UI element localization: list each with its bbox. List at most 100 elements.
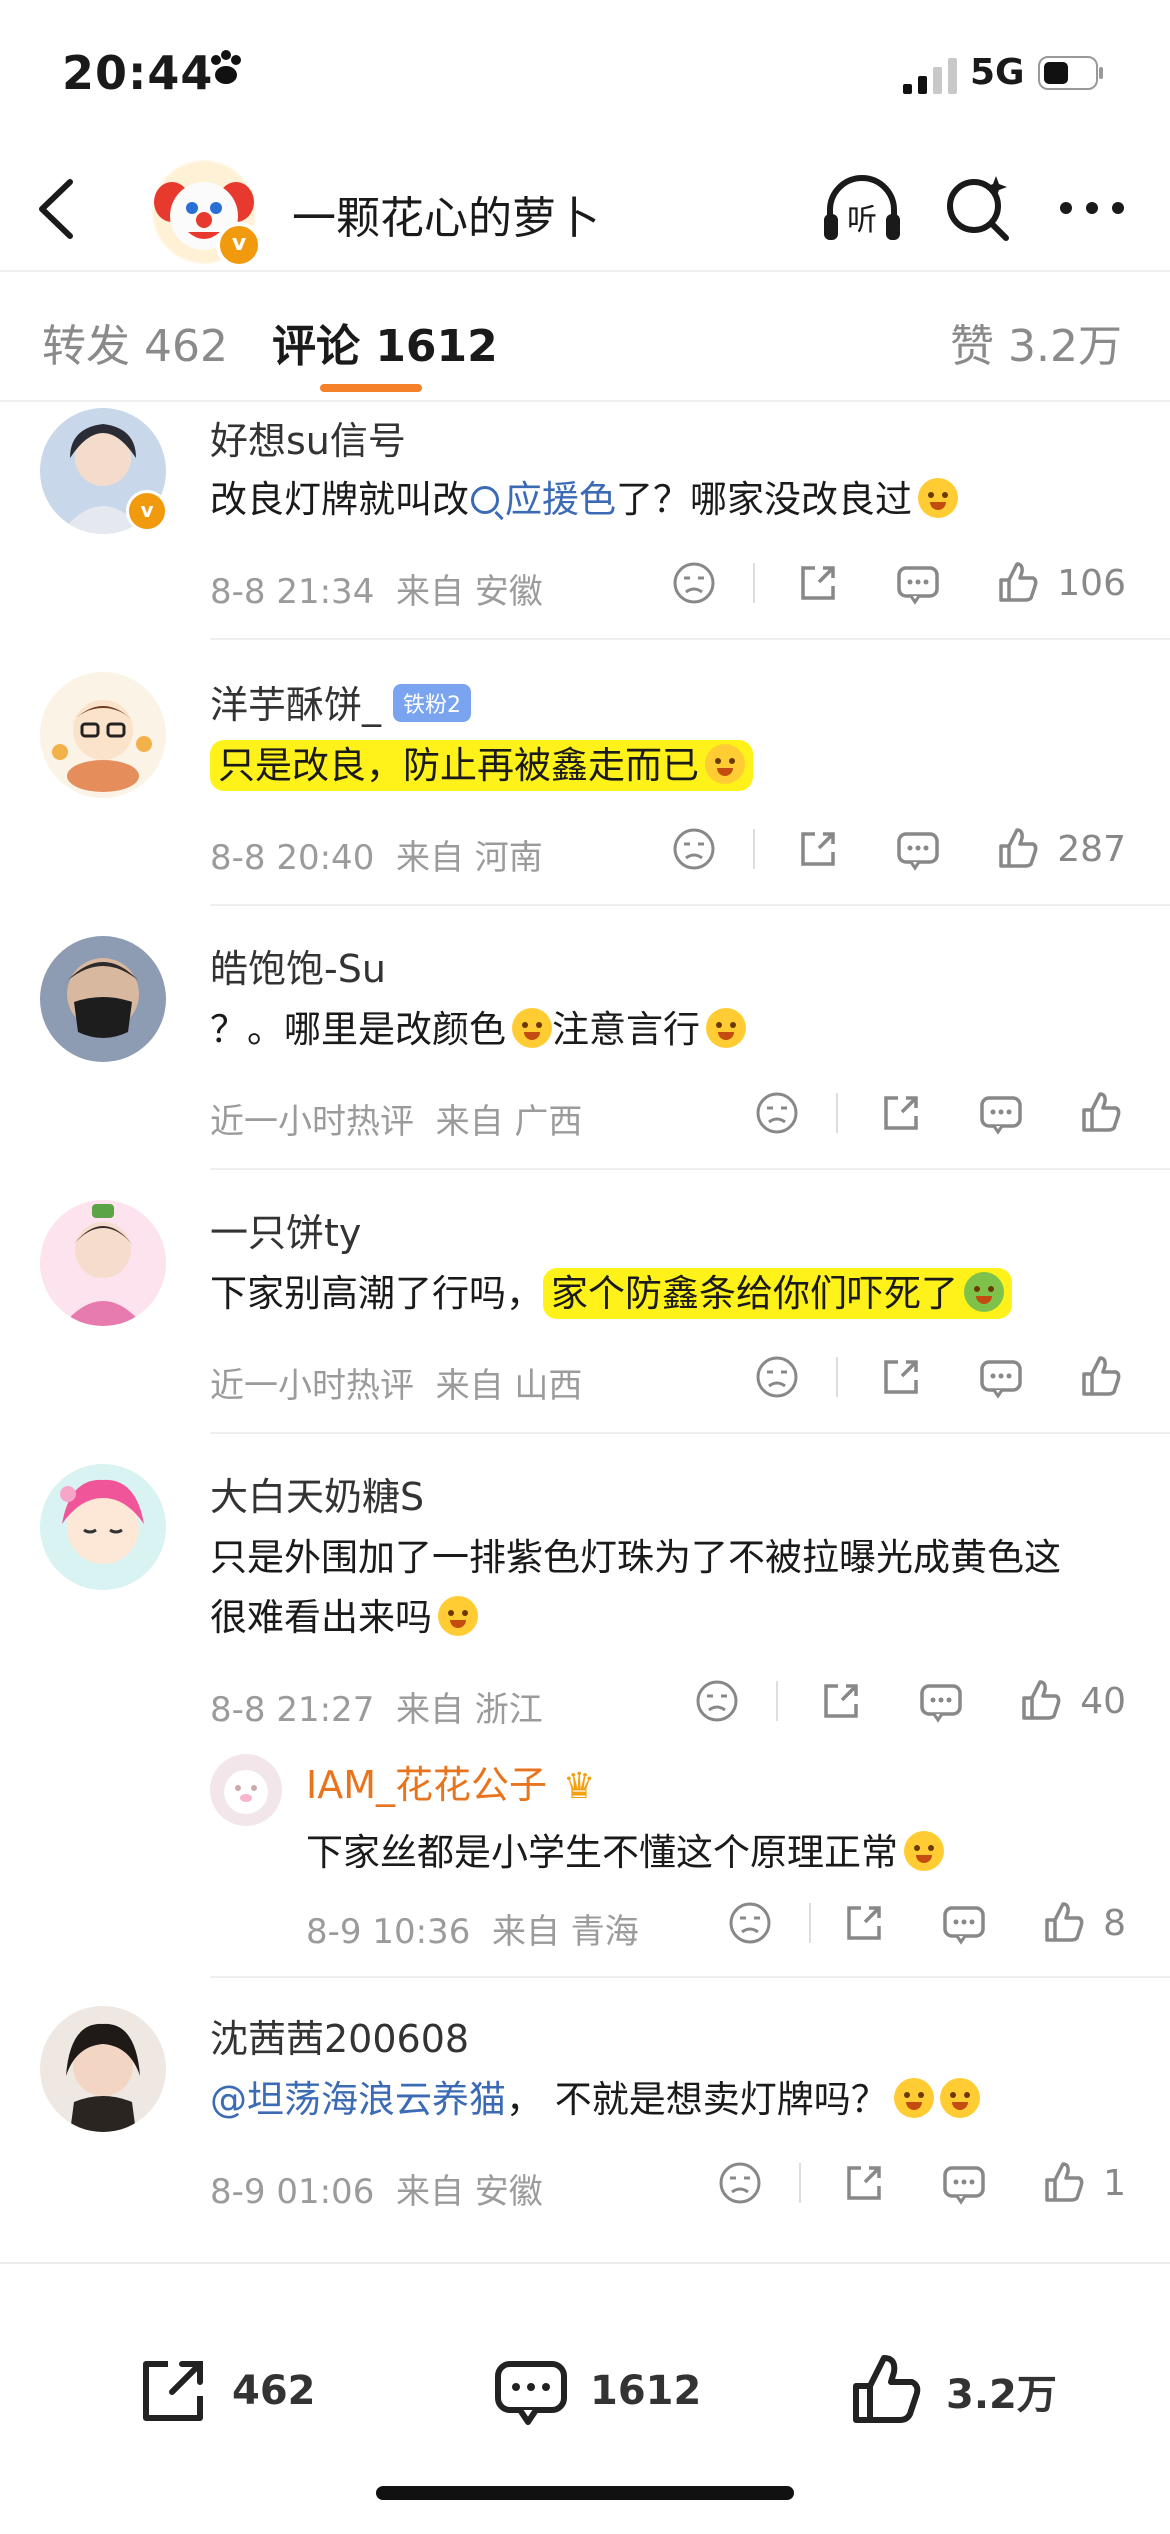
comment-actions: 1	[715, 2158, 1126, 2208]
forward-share-icon	[143, 2361, 203, 2421]
share-icon[interactable]	[793, 558, 843, 608]
action-separator	[753, 563, 756, 603]
commenter-avatar[interactable]	[40, 1464, 166, 1590]
tab-forward[interactable]: 转发 462	[42, 310, 228, 374]
like-count: 8	[1103, 1902, 1126, 1944]
like-thumb-icon[interactable]	[1016, 1676, 1066, 1726]
action-separator	[799, 2163, 802, 2203]
reply-comment-icon[interactable]	[893, 558, 943, 608]
emoji-icon	[918, 478, 958, 518]
share-icon[interactable]	[793, 824, 843, 874]
dislike-icon[interactable]	[715, 2158, 765, 2208]
comment-text: @坦荡海浪云养猫， 不就是想卖灯牌吗？	[210, 2070, 1130, 2130]
topic-search-link[interactable]: 应援色	[469, 478, 616, 521]
like-thumb-icon[interactable]	[993, 824, 1043, 874]
dislike-icon[interactable]	[692, 1676, 742, 1726]
dislike-icon[interactable]	[669, 824, 719, 874]
back-arrow-icon[interactable]	[30, 176, 86, 242]
emoji-icon	[939, 2078, 980, 2118]
svg-text:听: 听	[847, 203, 877, 238]
comment-divider	[210, 1976, 1170, 1978]
commenter-avatar[interactable]	[40, 2006, 166, 2132]
like-thumb-icon[interactable]	[1039, 1898, 1089, 1948]
headphones-listen-icon[interactable]: 听	[820, 170, 904, 248]
share-icon[interactable]	[876, 1088, 926, 1138]
action-separator	[836, 1093, 838, 1133]
emoji-icon	[893, 2078, 934, 2118]
reply-comment-icon[interactable]	[916, 1676, 966, 1726]
like-count: 287	[1057, 828, 1126, 870]
action-separator	[809, 1903, 812, 1943]
dislike-icon[interactable]	[752, 1352, 802, 1402]
like-count: 3.2万	[946, 2372, 1057, 2418]
reply-comment-icon[interactable]	[976, 1088, 1026, 1138]
reply-comment-icon[interactable]	[976, 1352, 1026, 1402]
like-count: 1	[1103, 2162, 1126, 2204]
action-separator	[776, 1681, 779, 1721]
comment-bubble-icon	[495, 2361, 567, 2425]
tab-like[interactable]: 赞 3.2万	[950, 310, 1122, 374]
like-thumb-icon	[853, 2355, 921, 2423]
emoji-icon	[512, 1008, 552, 1048]
commenter-name[interactable]: 好想su信号	[210, 410, 406, 465]
dislike-icon[interactable]	[752, 1088, 802, 1138]
battery-icon	[1038, 56, 1103, 90]
share-icon[interactable]	[876, 1352, 926, 1402]
reply-meta: 8-9 10:36 来自 青海	[306, 1912, 639, 1952]
reply-author-name[interactable]: IAM_花花公子 ♛	[306, 1754, 595, 1809]
reply-comment-icon[interactable]	[893, 824, 943, 874]
highlighted-text: 家个防鑫条给你们吓死了	[543, 1268, 1012, 1319]
comment-divider	[210, 638, 1170, 640]
dislike-icon[interactable]	[725, 1898, 775, 1948]
reply-avatar[interactable]	[210, 1754, 282, 1826]
paw-icon	[206, 48, 246, 98]
emoji-icon	[706, 1008, 746, 1048]
commenter-name[interactable]: 洋芋酥饼_ 铁粉2	[210, 674, 472, 729]
like-thumb-icon[interactable]	[1076, 1088, 1126, 1138]
comment-item: 沈茜茜200608 @坦荡海浪云养猫， 不就是想卖灯牌吗？ 8-9 01:06 …	[0, 2000, 1170, 2240]
more-options-icon[interactable]	[1058, 198, 1126, 218]
author-name[interactable]: 一颗花心的萝卜	[292, 182, 600, 246]
share-icon[interactable]	[839, 2158, 889, 2208]
tab-bar: 转发 462 评论 1612 赞 3.2万	[0, 272, 1170, 402]
comment-meta: 近一小时热评 来自 山西	[210, 1366, 583, 1406]
share-icon[interactable]	[816, 1676, 866, 1726]
author-avatar[interactable]: v	[152, 160, 262, 268]
comment-divider	[210, 1432, 1170, 1434]
bottom-forward-button[interactable]: 462	[132, 2350, 316, 2432]
tab-comment[interactable]: 评论 1612	[272, 310, 498, 374]
commenter-avatar[interactable]	[40, 1200, 166, 1326]
reply-comment-icon[interactable]	[939, 2158, 989, 2208]
comment-text-line: 只是外围加了一排紫色灯珠为了不被拉曝光成黄色这	[210, 1536, 1061, 1579]
like-thumb-icon[interactable]	[1039, 2158, 1089, 2208]
forward-count: 462	[232, 2368, 316, 2414]
comment-item: 一只饼ty 下家别高潮了行吗， 家个防鑫条给你们吓死了 近一小时热评 来自 山西	[0, 1194, 1170, 1434]
comment-meta: 8-9 01:06 来自 安徽	[210, 2172, 543, 2212]
search-icon	[471, 486, 499, 514]
bottom-comment-button[interactable]: 1612	[490, 2350, 701, 2432]
share-icon[interactable]	[839, 1898, 889, 1948]
home-indicator	[376, 2486, 794, 2500]
comment-text-part: 下家别高潮了行吗，	[210, 1272, 543, 1315]
mention-link[interactable]: @坦荡海浪云养猫	[210, 2078, 506, 2121]
comment-count: 1612	[590, 2368, 702, 2414]
like-thumb-icon[interactable]	[993, 558, 1043, 608]
dislike-icon[interactable]	[669, 558, 719, 608]
signal-icon	[903, 58, 957, 94]
highlighted-text: 只是改良，防止再被鑫走而已	[210, 740, 753, 791]
fan-level-badge: 铁粉2	[393, 684, 472, 722]
commenter-avatar[interactable]	[40, 672, 166, 798]
reply-comment-icon[interactable]	[939, 1898, 989, 1948]
comment-actions	[752, 1088, 1126, 1138]
bottom-action-bar: 462 1612 3.2万	[0, 2262, 1170, 2534]
commenter-avatar[interactable]	[40, 936, 166, 1062]
search-sparkle-icon[interactable]	[944, 172, 1012, 244]
comment-text: ？。哪里是改颜色 注意言行	[210, 1000, 1130, 1060]
commenter-name[interactable]: 沈茜茜200608	[210, 2008, 469, 2063]
commenter-name[interactable]: 一只饼ty	[210, 1202, 361, 1257]
bottom-like-button[interactable]: 3.2万	[846, 2350, 1057, 2432]
commenter-name[interactable]: 皓饱饱-Su	[210, 938, 386, 993]
like-thumb-icon[interactable]	[1076, 1352, 1126, 1402]
comment-text-part: ？。哪里是改颜色	[210, 1008, 506, 1051]
commenter-name[interactable]: 大白天奶糖S	[210, 1466, 424, 1521]
